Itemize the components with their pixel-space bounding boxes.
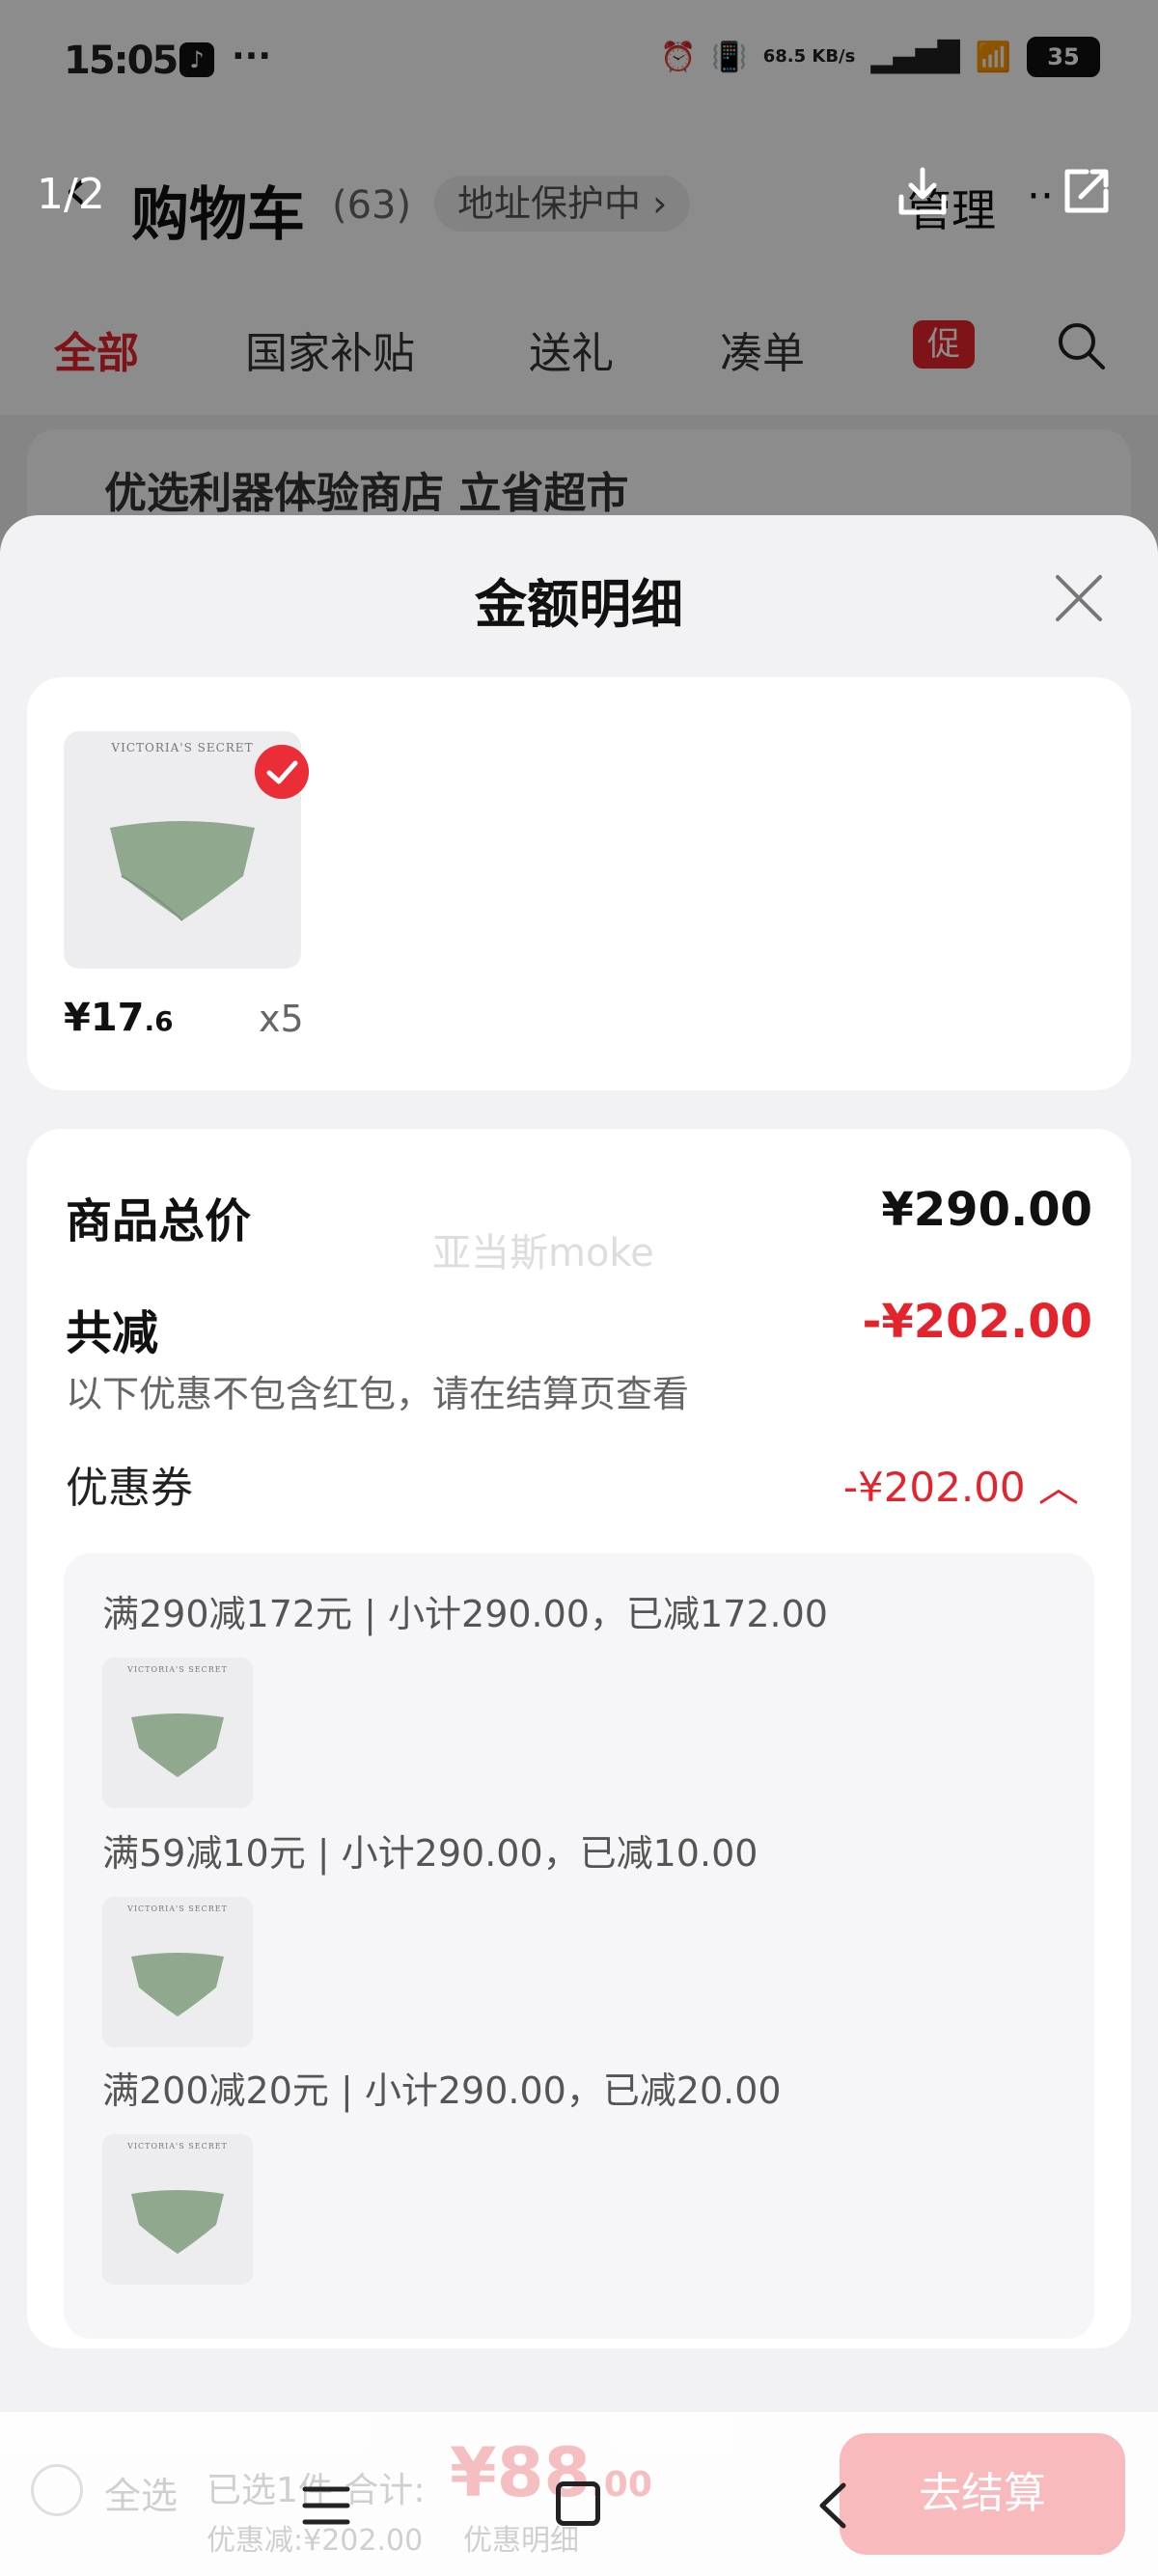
system-nav-bar xyxy=(0,2441,1158,2576)
coupon-toggle[interactable]: -¥202.00 ︿ xyxy=(843,1455,1079,1514)
download-icon[interactable] xyxy=(894,162,951,220)
underwear-image-icon xyxy=(131,1713,224,1777)
total-discount-value: -¥202.00 xyxy=(862,1295,1092,1349)
total-price-label: 商品总价 xyxy=(66,1194,252,1248)
underwear-image-icon xyxy=(131,2190,224,2254)
unit-price: ¥17.6 xyxy=(64,996,174,1040)
unit-price-dec: .6 xyxy=(144,1005,174,1037)
menu-icon[interactable] xyxy=(301,2483,351,2528)
product-card: VICTORIA'S SECRET ¥17.6 x5 xyxy=(27,677,1131,1090)
watermark: 亚当斯moke xyxy=(432,1231,654,1275)
sheet-title: 金额明细 xyxy=(475,574,683,635)
price-summary-card: 亚当斯moke 商品总价 ¥290.00 共减 -¥202.00 以下优惠不包含… xyxy=(27,1129,1131,2348)
close-icon[interactable] xyxy=(1050,569,1108,627)
coupon-line: 满200减20元 | 小计290.00，已减20.00 xyxy=(102,2069,782,2112)
selected-check-icon[interactable] xyxy=(255,745,309,799)
total-price-value: ¥290.00 xyxy=(881,1183,1092,1237)
discount-note: 以下优惠不包含红包，请在结算页查看 xyxy=(66,1373,690,1415)
back-icon[interactable] xyxy=(811,2480,859,2532)
total-discount-label: 共减 xyxy=(66,1306,159,1360)
home-icon[interactable] xyxy=(556,2481,600,2526)
coupon-line: 满290减172元 | 小计290.00，已减172.00 xyxy=(102,1593,828,1635)
coupon-product-thumbnail: VICTORIA'S SECRET xyxy=(102,2134,253,2285)
coupon-label: 优惠券 xyxy=(66,1464,193,1513)
unit-price-int: ¥17 xyxy=(64,996,145,1040)
product-quantity: x5 xyxy=(259,998,304,1040)
share-icon[interactable] xyxy=(1058,162,1116,220)
coupon-product-thumbnail: VICTORIA'S SECRET xyxy=(102,1658,253,1808)
image-counter: 1/2 xyxy=(37,170,105,219)
coupon-product-thumbnail: VICTORIA'S SECRET xyxy=(102,1897,253,2047)
coupon-line: 满59减10元 | 小计290.00，已减10.00 xyxy=(102,1832,758,1875)
amount-detail-sheet: 金额明细 VICTORIA'S SECRET ¥17.6 x5 亚当斯moke … xyxy=(0,515,1158,2576)
coupon-detail-box: 满290减172元 | 小计290.00，已减172.00 VICTORIA'S… xyxy=(64,1553,1094,2339)
underwear-image-icon xyxy=(131,1953,224,2016)
